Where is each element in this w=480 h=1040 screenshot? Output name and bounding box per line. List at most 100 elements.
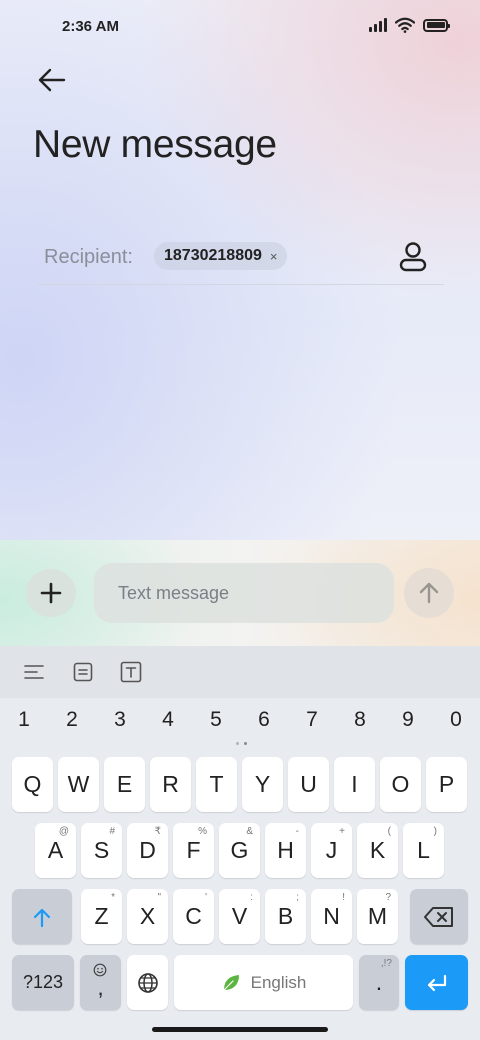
key-sub-label: ' bbox=[205, 892, 207, 903]
keyboard-toolbar bbox=[0, 646, 480, 698]
key-a[interactable]: @ A bbox=[35, 823, 76, 878]
send-button[interactable] bbox=[404, 568, 454, 618]
number-key-2[interactable]: 2 bbox=[57, 708, 87, 732]
key-label: C bbox=[185, 903, 202, 929]
message-input[interactable] bbox=[94, 563, 394, 623]
key-s[interactable]: # S bbox=[81, 823, 122, 878]
text-format-icon[interactable] bbox=[119, 660, 143, 684]
gesture-nav-bar[interactable] bbox=[152, 1027, 328, 1032]
backspace-key[interactable] bbox=[410, 889, 468, 944]
key-o[interactable]: O bbox=[380, 757, 421, 812]
key-l[interactable]: ) L bbox=[403, 823, 444, 878]
period-label: . bbox=[375, 969, 383, 995]
number-key-0[interactable]: 0 bbox=[441, 708, 471, 732]
number-key-5[interactable]: 5 bbox=[201, 708, 231, 732]
emoji-comma-key[interactable]: , bbox=[80, 955, 121, 1010]
key-u[interactable]: U bbox=[288, 757, 329, 812]
page-indicator bbox=[236, 742, 247, 745]
key-label: E bbox=[116, 771, 133, 797]
key-q[interactable]: Q bbox=[12, 757, 53, 812]
key-j[interactable]: + J bbox=[311, 823, 352, 878]
key-i[interactable]: I bbox=[334, 757, 375, 812]
key-label: P bbox=[438, 771, 455, 797]
back-button[interactable] bbox=[34, 64, 70, 96]
key-sub-label: ! bbox=[342, 892, 345, 903]
space-key[interactable]: English bbox=[174, 955, 353, 1010]
key-label: S bbox=[93, 837, 110, 863]
key-v[interactable]: :V bbox=[219, 889, 260, 944]
key-sub-label: * bbox=[111, 892, 115, 903]
key-label: R bbox=[162, 771, 179, 797]
contact-icon bbox=[399, 242, 427, 272]
number-key-9[interactable]: 9 bbox=[393, 708, 423, 732]
key-sub-label: ₹ bbox=[154, 826, 161, 837]
key-label: F bbox=[186, 837, 201, 863]
key-label: K bbox=[369, 837, 386, 863]
number-key-1[interactable]: 1 bbox=[9, 708, 39, 732]
key-label: H bbox=[277, 837, 294, 863]
key-sub-label: ? bbox=[385, 892, 391, 903]
key-label: U bbox=[300, 771, 317, 797]
key-b[interactable]: ; B bbox=[265, 889, 306, 944]
key-c[interactable]: ' C bbox=[173, 889, 214, 944]
globe-icon bbox=[137, 972, 158, 993]
key-z[interactable]: * Z bbox=[81, 889, 122, 944]
period-sub-label: ,!? bbox=[380, 958, 392, 969]
number-key-6[interactable]: 6 bbox=[249, 708, 279, 732]
number-key-3[interactable]: 3 bbox=[105, 708, 135, 732]
key-e[interactable]: E bbox=[104, 757, 145, 812]
number-key-4[interactable]: 4 bbox=[153, 708, 183, 732]
enter-key[interactable] bbox=[405, 955, 468, 1010]
remove-recipient-button[interactable]: × bbox=[270, 249, 278, 264]
clipboard-icon[interactable] bbox=[71, 660, 95, 684]
key-f[interactable]: % F bbox=[173, 823, 214, 878]
key-label: N bbox=[323, 903, 340, 929]
key-label: Y bbox=[254, 771, 271, 797]
language-key[interactable] bbox=[127, 955, 168, 1010]
key-sub-label: ( bbox=[387, 826, 391, 837]
period-key[interactable]: ,!? . bbox=[359, 955, 399, 1010]
key-label: W bbox=[67, 771, 90, 797]
key-p[interactable]: P bbox=[426, 757, 467, 812]
pick-contact-button[interactable] bbox=[396, 240, 430, 274]
key-sub-label: # bbox=[109, 826, 115, 837]
recipient-number: 18730218809 bbox=[164, 247, 262, 264]
key-label: O bbox=[391, 771, 410, 797]
text-align-icon[interactable] bbox=[22, 660, 46, 684]
key-label: J bbox=[325, 837, 338, 863]
backspace-icon bbox=[424, 906, 453, 927]
key-label: L bbox=[417, 837, 430, 863]
key-r[interactable]: R bbox=[150, 757, 191, 812]
key-label: A bbox=[47, 837, 64, 863]
key-sub-label: " bbox=[157, 892, 161, 903]
wifi-icon bbox=[395, 17, 415, 33]
key-y[interactable]: Y bbox=[242, 757, 283, 812]
key-m[interactable]: ? M bbox=[357, 889, 398, 944]
send-arrow-icon bbox=[419, 582, 439, 604]
number-key-8[interactable]: 8 bbox=[345, 708, 375, 732]
key-t[interactable]: T bbox=[196, 757, 237, 812]
recipient-label: Recipient: bbox=[44, 246, 133, 268]
symbols-key[interactable]: ?123 bbox=[12, 955, 74, 1010]
key-label: G bbox=[230, 837, 249, 863]
key-sub-label: @ bbox=[58, 826, 69, 837]
battery-icon bbox=[423, 18, 450, 32]
key-label: X bbox=[139, 903, 156, 929]
recipient-chip[interactable]: 18730218809 × bbox=[154, 242, 288, 270]
number-row: 1234567890 bbox=[0, 708, 480, 738]
signal-icon bbox=[369, 18, 387, 32]
keyboard: 1234567890 QWERTYUIOP @ A # S ₹ D% F & G - H + J(K) L… bbox=[0, 646, 480, 1040]
back-arrow-icon bbox=[38, 68, 66, 92]
add-attachment-button[interactable] bbox=[26, 569, 76, 617]
key-n[interactable]: ! N bbox=[311, 889, 352, 944]
key-label: T bbox=[209, 771, 224, 797]
key-h[interactable]: -H bbox=[265, 823, 306, 878]
key-w[interactable]: W bbox=[58, 757, 99, 812]
key-x[interactable]: " X bbox=[127, 889, 168, 944]
key-g[interactable]: & G bbox=[219, 823, 260, 878]
key-label: V bbox=[231, 903, 248, 929]
number-key-7[interactable]: 7 bbox=[297, 708, 327, 732]
shift-key[interactable] bbox=[12, 889, 72, 944]
key-d[interactable]: ₹ D bbox=[127, 823, 168, 878]
key-k[interactable]: (K bbox=[357, 823, 398, 878]
